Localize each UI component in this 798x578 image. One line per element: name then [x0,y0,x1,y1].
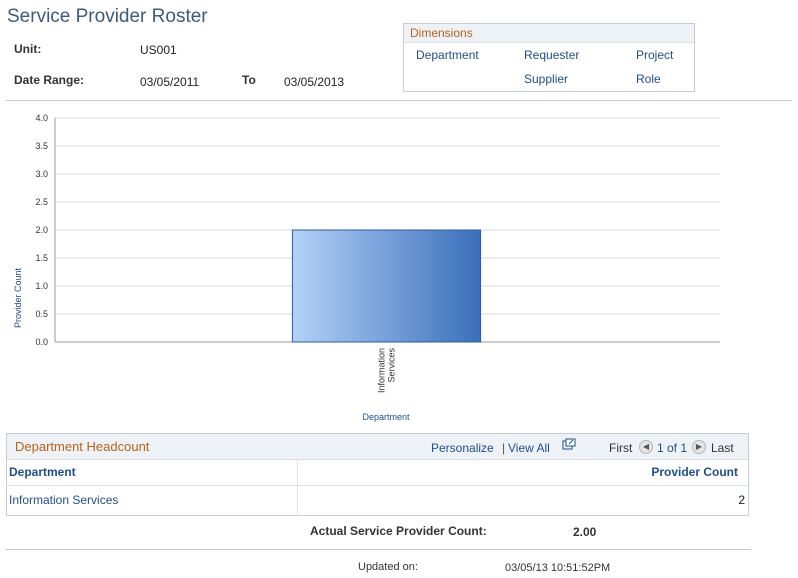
dimension-link-supplier[interactable]: Supplier [524,72,568,86]
column-header-department[interactable]: Department [9,465,76,479]
first-label[interactable]: First [609,441,632,455]
y-tick-label: 3.0 [35,169,48,179]
previous-page-icon[interactable]: ◀ [639,440,653,454]
y-axis-label: Provider Count [13,267,23,328]
personalize-link[interactable]: Personalize [431,441,494,455]
department-headcount-grid: Department Headcount Personalize | View … [6,433,749,516]
column-separator [297,460,298,514]
date-from-value: 03/05/2011 [140,75,200,89]
grid-title: Department Headcount [15,439,150,454]
column-header-row [7,460,748,486]
link-separator: | [502,441,506,455]
y-tick-label: 1.5 [35,253,48,263]
bar-information-services[interactable] [291,229,482,343]
zoom-grid-icon[interactable] [562,438,576,450]
page-info: 1 of 1 [657,441,688,455]
x-tick-label: InformationServices [377,348,397,394]
y-tick-label: 4.0 [35,113,48,123]
y-tick-label: 0.5 [35,309,48,319]
dimensions-panel: Dimensions Department Requester Project … [403,23,695,92]
last-label[interactable]: Last [711,441,734,455]
dimension-link-role[interactable]: Role [636,72,661,86]
dimensions-title: Dimensions [410,26,473,40]
y-tick-label: 2.0 [35,225,48,235]
dimension-link-requester[interactable]: Requester [524,48,579,62]
y-tick-label: 3.5 [35,141,48,151]
view-all-link[interactable]: View All [508,441,550,455]
x-axis-label: Department [362,412,410,422]
summary-divider [6,549,751,550]
date-range-label: Date Range: [14,73,85,87]
dimension-link-department[interactable]: Department [416,48,479,62]
updated-label: Updated on: [358,561,418,573]
y-tick-label: 2.5 [35,197,48,207]
actual-count-label: Actual Service Provider Count: [310,524,487,538]
department-bar-chart: 0.0 0.5 1.0 1.5 2.0 2.5 3.0 3.5 4.0 InformationS… [13,113,720,422]
row-department-link[interactable]: Information Services [9,493,118,507]
unit-label: Unit: [14,42,42,56]
next-page-icon[interactable]: ▶ [692,440,706,454]
row-provider-count: 2 [738,493,745,507]
y-tick-label: 0.0 [35,337,48,347]
column-header-provider-count[interactable]: Provider Count [651,465,738,479]
unit-value: US001 [140,43,177,57]
page-title: Service Provider Roster [7,6,208,27]
y-tick-label: 1.0 [35,281,48,291]
updated-value: 03/05/13 10:51:52PM [505,562,611,574]
actual-count-value: 2.00 [573,525,597,539]
header-divider [6,100,792,101]
dimension-link-project[interactable]: Project [636,48,673,62]
to-label: To [242,73,256,87]
date-to-value: 03/05/2013 [284,75,345,89]
